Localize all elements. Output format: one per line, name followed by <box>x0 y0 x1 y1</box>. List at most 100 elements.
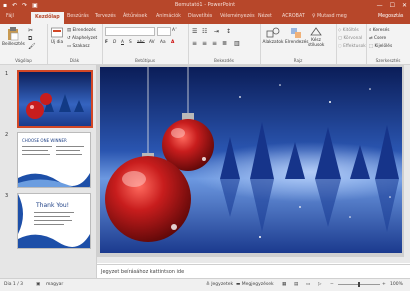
share-button[interactable]: Megosztás <box>378 14 403 19</box>
window-title: Bemutató1 - PowerPoint <box>174 2 236 8</box>
tab-animations[interactable]: Animációk <box>156 14 181 19</box>
tab-acrobat[interactable]: ACROBAT <box>282 14 305 19</box>
copy-icon[interactable]: ⧉ <box>28 35 32 43</box>
slide-thumbnail-1[interactable] <box>17 70 93 128</box>
new-slide-button[interactable]: Új dia <box>49 27 65 45</box>
slide-thumbnail-3[interactable]: Thank You! <box>17 193 91 249</box>
font-color-button[interactable]: A <box>171 40 174 45</box>
align-center-icon[interactable]: ≡ <box>202 40 207 47</box>
thumbnail-number: 3 <box>5 193 9 199</box>
tab-design[interactable]: Tervezés <box>95 14 116 19</box>
quick-styles-label: Kész stílusok <box>308 38 325 48</box>
shapes-icon <box>266 27 280 38</box>
shape-format-group: ◇ Kitöltés ▢ Körvonal ◌ Effektusok <box>336 24 367 64</box>
strikethrough-button[interactable]: abc <box>137 40 145 45</box>
indent-icon[interactable]: ⇥ <box>214 28 219 35</box>
slides-group: Új dia ▤ Elrendezés ↺ Alaphelyzet ▭ Szak… <box>47 24 103 64</box>
find-button[interactable]: ⌕ Keresés <box>369 28 389 33</box>
reset-label: Alaphelyzet <box>71 36 98 41</box>
align-right-icon[interactable]: ≡ <box>212 40 217 47</box>
select-button[interactable]: ⬚ Kijelölés <box>369 44 392 49</box>
thumbnail-2-image: CHOOSE ONE WINNER <box>18 133 90 187</box>
change-case-button[interactable]: Aa <box>160 40 166 45</box>
shadow-button[interactable]: S <box>129 40 132 45</box>
slide-thumbnail-2[interactable]: CHOOSE ONE WINNER <box>17 132 91 188</box>
arrange-button[interactable]: Elrendezés <box>285 27 309 45</box>
ribbon: Beillesztés ✂ ⧉ 🖌 Vágólap Új dia ▤ Elren… <box>0 24 410 65</box>
slide-counter: Dia 1 / 3 <box>4 282 24 287</box>
cut-icon[interactable]: ✂ <box>28 27 33 34</box>
horizontal-scrollbar[interactable] <box>97 257 404 263</box>
vertical-scrollbar[interactable] <box>404 65 410 263</box>
close-icon[interactable]: ✕ <box>402 2 407 9</box>
bold-button[interactable]: F <box>105 40 108 45</box>
align-left-icon[interactable]: ≡ <box>192 40 197 47</box>
shape-fill-button[interactable]: ◇ Kitöltés <box>338 28 359 33</box>
select-label: Kijelölés <box>374 44 393 49</box>
paragraph-group-label: Bekezdés <box>214 58 234 63</box>
shape-effects-button[interactable]: ◌ Effektusok <box>338 44 366 49</box>
christmas-ornaments-image <box>100 67 402 253</box>
comments-button[interactable]: ▬ Megjegyzések <box>236 282 274 287</box>
slide-thumbnail-pane: 1 2 CHOOSE ONE WINNER 3 Thank You! <box>0 65 97 278</box>
line-spacing-icon[interactable]: ↕ <box>226 28 231 35</box>
shapes-button[interactable]: Alakzatok <box>262 27 284 45</box>
layout-button[interactable]: ▤ Elrendezés <box>67 28 96 33</box>
minimize-icon[interactable]: — <box>377 2 383 9</box>
notes-pane[interactable]: Jegyzet beírásához kattintson ide <box>97 264 410 278</box>
thumbnail-2-heading: CHOOSE ONE WINNER <box>22 138 67 143</box>
zoom-in-icon[interactable]: + <box>382 282 386 287</box>
underline-button[interactable]: A <box>121 40 124 45</box>
zoom-slider-thumb[interactable] <box>358 282 360 287</box>
font-group: A˄ F D A S abc AV Aa A Betűtípus <box>102 24 189 64</box>
drawing-group-label: Rajz <box>293 58 303 63</box>
font-group-label: Betűtípus <box>134 58 156 63</box>
spelling-icon[interactable]: ▣ <box>36 282 40 287</box>
paste-button[interactable]: Beillesztés <box>2 27 25 47</box>
slide-sorter-icon[interactable]: ▤ <box>294 282 298 287</box>
arrange-label: Elrendezés <box>285 40 309 45</box>
quick-styles-button[interactable]: Kész stílusok <box>308 27 324 48</box>
reset-button[interactable]: ↺ Alaphelyzet <box>67 36 97 41</box>
comments-button-label: Megjegyzések <box>241 282 274 287</box>
numbering-icon[interactable]: ☷ <box>202 28 207 35</box>
zoom-level[interactable]: 100% <box>390 282 403 287</box>
spacing-button[interactable]: AV <box>149 40 155 45</box>
columns-icon[interactable]: ▥ <box>234 40 240 47</box>
slides-group-label: Diák <box>69 58 80 63</box>
new-slide-icon <box>51 27 63 38</box>
tab-tell-me[interactable]: ♀ Mutasd meg <box>312 14 347 19</box>
shape-outline-label: Körvonal <box>343 36 363 41</box>
slideshow-view-icon[interactable]: ▷ <box>318 282 321 287</box>
tab-home[interactable]: Kezdőlap <box>31 12 64 24</box>
ribbon-tabs: Fájl Kezdőlap Beszúrás Tervezés Áttűnése… <box>0 12 410 24</box>
font-name-input[interactable] <box>105 27 155 36</box>
main-slide[interactable] <box>100 67 402 253</box>
tab-review[interactable]: Véleményezés <box>220 14 255 19</box>
notes-button[interactable]: ≜ Jegyzetek <box>206 282 233 287</box>
bullets-icon[interactable]: ☰ <box>192 28 197 35</box>
justify-icon[interactable]: ≣ <box>222 40 227 47</box>
paste-icon <box>8 27 19 41</box>
italic-button[interactable]: D <box>113 40 116 45</box>
tab-file[interactable]: Fájl <box>6 14 14 19</box>
reading-view-icon[interactable]: ▭ <box>306 282 310 287</box>
grow-font-icon[interactable]: A˄ <box>172 28 177 33</box>
tab-transitions[interactable]: Áttűnések <box>123 14 147 19</box>
normal-view-icon[interactable]: ▦ <box>282 282 286 287</box>
format-painter-icon[interactable]: 🖌 <box>28 43 36 50</box>
thumbnail-number: 1 <box>5 71 9 77</box>
slide-editor <box>97 65 410 263</box>
section-button[interactable]: ▭ Szakasz <box>67 44 90 49</box>
tab-insert[interactable]: Beszúrás <box>67 14 89 19</box>
font-size-input[interactable] <box>157 27 171 36</box>
maximize-icon[interactable]: ☐ <box>390 2 395 9</box>
tab-view[interactable]: Nézet <box>258 14 272 19</box>
shape-outline-button[interactable]: ▢ Körvonal <box>338 36 362 41</box>
editing-group: ⌕ Keresés ⇄ Csere ⬚ Kijelölés Szerkeszté… <box>366 24 410 64</box>
replace-button[interactable]: ⇄ Csere <box>369 36 386 41</box>
status-bar: Dia 1 / 3 ▣ magyar ≜ Jegyzetek ▬ Megjegy… <box>0 278 410 291</box>
tab-slideshow[interactable]: Diavetítés <box>188 14 212 19</box>
zoom-out-icon[interactable]: − <box>330 282 334 287</box>
language-indicator[interactable]: magyar <box>46 282 63 287</box>
